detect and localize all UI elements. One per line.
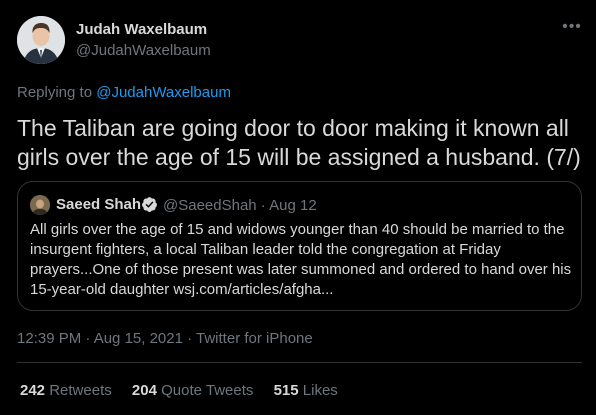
divider <box>17 362 582 363</box>
likes-count: 515 <box>273 382 299 399</box>
quote-tweets-label: Quote Tweets <box>161 382 254 399</box>
person-avatar-icon <box>30 195 50 215</box>
quote-tweets-count: 204 <box>131 382 157 399</box>
retweets-stat[interactable]: 242 Retweets <box>20 382 112 399</box>
quote-tweets-stat[interactable]: 204 Quote Tweets <box>132 382 253 399</box>
more-options-icon[interactable]: ••• <box>560 18 584 38</box>
retweets-count: 242 <box>20 382 46 399</box>
replying-to-prefix: Replying to <box>17 84 93 101</box>
author-name[interactable]: Judah Waxelbaum <box>76 21 207 38</box>
person-avatar-icon <box>17 16 65 64</box>
likes-stat[interactable]: 515 Likes <box>274 382 338 399</box>
retweets-label: Retweets <box>49 382 112 399</box>
likes-label: Likes <box>302 382 338 399</box>
replying-to-link[interactable]: @JudahWaxelbaum <box>96 84 231 101</box>
tweet-timestamp[interactable]: 12:39 PM · Aug 15, 2021 · Twitter for iP… <box>17 330 313 347</box>
tweet-text: The Taliban are going door to door makin… <box>17 115 581 170</box>
replying-to: Replying to @JudahWaxelbaum <box>17 84 231 101</box>
quoted-author-name[interactable]: Saeed Shah <box>56 196 141 213</box>
verified-badge-icon <box>142 197 157 212</box>
quoted-tweet-text: All girls over the age of 15 and widows … <box>30 221 572 298</box>
quoted-tweet[interactable]: Saeed Shah @SaeedShah · Aug 12 All girls… <box>17 181 582 311</box>
quoted-author-avatar[interactable] <box>30 195 50 215</box>
author-avatar[interactable] <box>17 16 65 64</box>
quoted-handle-date: @SaeedShah · Aug 12 <box>163 197 317 214</box>
author-handle[interactable]: @JudahWaxelbaum <box>76 42 211 59</box>
engagement-stats: 242 Retweets 204 Quote Tweets 515 Likes <box>20 382 354 399</box>
